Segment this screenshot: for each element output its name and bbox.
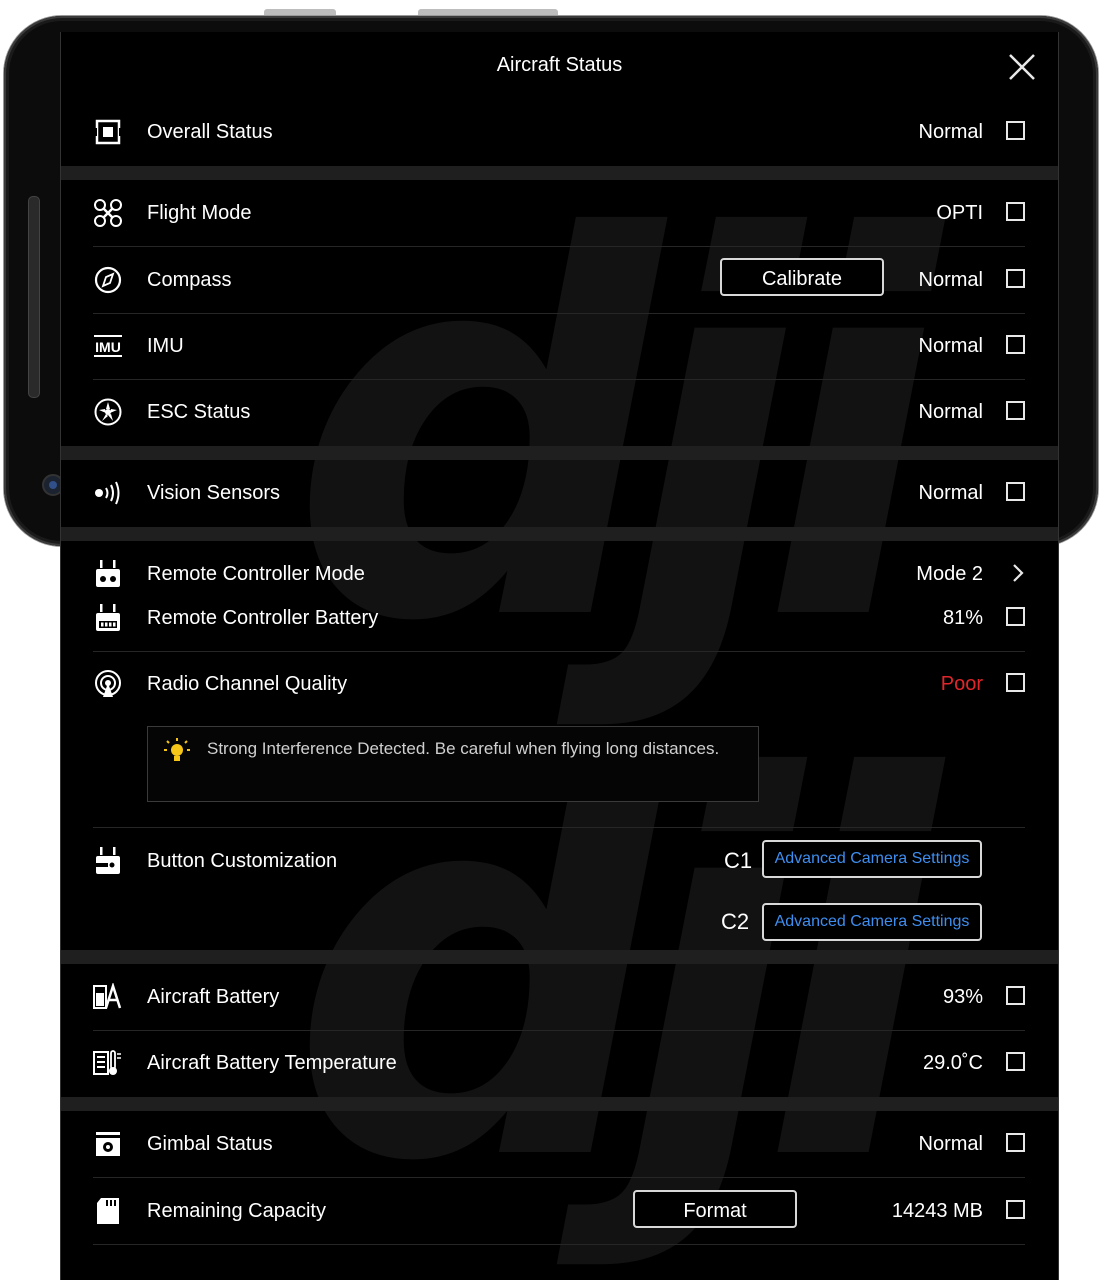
drone-icon: [94, 199, 122, 227]
compass-icon: [94, 266, 122, 294]
battery-temperature-label: Aircraft Battery Temperature: [147, 1052, 397, 1074]
section-separator: [61, 166, 1058, 180]
radio-quality-value: Poor: [940, 673, 983, 695]
row-remaining-capacity: Remaining Capacity Format 14243 MB: [93, 1178, 1025, 1245]
rc-battery-icon: [96, 604, 120, 631]
row-vision-sensors: Vision Sensors Normal: [93, 460, 1025, 526]
flight-mode-checkbox[interactable]: [1006, 202, 1025, 221]
button-customization-icon: [96, 847, 120, 874]
remaining-capacity-checkbox[interactable]: [1006, 1200, 1025, 1219]
flight-mode-label: Flight Mode: [147, 202, 252, 224]
aircraft-battery-checkbox[interactable]: [1006, 986, 1025, 1005]
vision-sensors-label: Vision Sensors: [147, 482, 281, 504]
overall-status-label: Overall Status: [147, 121, 273, 143]
section-separator: [61, 446, 1058, 460]
battery-temperature-value: 29.0˚C: [922, 1052, 983, 1074]
aircraft-battery-label: Aircraft Battery: [147, 986, 280, 1008]
row-flight-mode: Flight Mode OPTI: [93, 180, 1025, 247]
remote-controller-icon: [96, 560, 120, 587]
svg-text:IMU: IMU: [95, 339, 121, 355]
section-separator: [61, 1097, 1058, 1111]
sd-card-icon: [97, 1198, 119, 1224]
row-battery-temperature: Aircraft Battery Temperature 29.0˚C: [93, 1030, 1025, 1096]
remaining-capacity-label: Remaining Capacity: [147, 1200, 326, 1222]
compass-value: Normal: [918, 269, 983, 291]
overall-status-value: Normal: [918, 121, 983, 143]
compass-checkbox[interactable]: [1006, 269, 1025, 288]
lightbulb-icon: [164, 738, 190, 761]
aircraft-status-panel: dji dji Aircraft Status Overall Status N…: [60, 32, 1059, 1280]
c1-advanced-camera-settings-button[interactable]: Advanced Camera Settings: [762, 840, 982, 878]
aircraft-battery-icon: [93, 983, 122, 1009]
c1-label: C1: [724, 848, 753, 873]
vision-sensors-checkbox[interactable]: [1006, 482, 1025, 501]
row-rc-battery: Remote Controller Battery 81%: [93, 585, 1025, 652]
rc-battery-label: Remote Controller Battery: [147, 607, 379, 629]
chevron-right-icon[interactable]: [1011, 563, 1025, 583]
imu-label: IMU: [147, 335, 184, 357]
vision-sensors-value: Normal: [918, 482, 983, 504]
esc-status-value: Normal: [918, 401, 983, 423]
calibrate-button[interactable]: Calibrate: [720, 258, 884, 296]
interference-tip: Strong Interference Detected. Be careful…: [147, 726, 759, 802]
radio-quality-checkbox[interactable]: [1006, 673, 1025, 692]
section-separator: [61, 527, 1058, 541]
remaining-capacity-value: 14243 MB: [891, 1200, 983, 1222]
row-radio-quality: Radio Channel Quality Poor: [93, 651, 1025, 717]
battery-temperature-checkbox[interactable]: [1006, 1052, 1025, 1071]
overall-status-icon: [93, 119, 123, 145]
close-icon[interactable]: [1007, 52, 1037, 82]
row-gimbal-status: Gimbal Status Normal: [93, 1111, 1025, 1178]
rc-battery-value: 81%: [942, 607, 983, 629]
overall-status-checkbox[interactable]: [1006, 121, 1025, 140]
aircraft-battery-value: 93%: [942, 986, 983, 1008]
rc-battery-checkbox[interactable]: [1006, 607, 1025, 626]
vision-sensor-icon: [95, 481, 120, 505]
row-imu: IMU IMU Normal: [93, 313, 1025, 380]
row-aircraft-battery: Aircraft Battery 93%: [93, 964, 1025, 1031]
compass-label: Compass: [147, 269, 232, 291]
flight-mode-value: OPTI: [936, 202, 983, 224]
button-customization-label: Button Customization: [147, 850, 338, 872]
phone-speaker: [28, 196, 40, 398]
imu-icon: IMU: [94, 335, 122, 357]
interference-tip-text: Strong Interference Detected. Be careful…: [207, 739, 720, 758]
esc-status-checkbox[interactable]: [1006, 401, 1025, 420]
row-compass: Compass Calibrate Normal: [93, 247, 1025, 314]
row-overall-status: Overall Status Normal: [93, 99, 1025, 165]
imu-value: Normal: [918, 335, 983, 357]
esc-icon: [94, 398, 122, 426]
section-separator: [61, 950, 1058, 964]
row-esc-status: ESC Status Normal: [93, 379, 1025, 445]
gimbal-status-value: Normal: [918, 1133, 983, 1155]
gimbal-status-label: Gimbal Status: [147, 1133, 273, 1155]
battery-temperature-icon: [93, 1050, 121, 1075]
radio-quality-label: Radio Channel Quality: [147, 673, 348, 695]
format-button[interactable]: Format: [633, 1190, 797, 1228]
c2-advanced-camera-settings-button[interactable]: Advanced Camera Settings: [762, 903, 982, 941]
page-title: Aircraft Status: [496, 54, 623, 76]
esc-status-label: ESC Status: [147, 401, 251, 423]
radio-signal-icon: [95, 670, 121, 697]
gimbal-status-checkbox[interactable]: [1006, 1133, 1025, 1152]
c2-label: C2: [721, 909, 750, 934]
gimbal-icon: [96, 1132, 120, 1156]
imu-checkbox[interactable]: [1006, 335, 1025, 354]
